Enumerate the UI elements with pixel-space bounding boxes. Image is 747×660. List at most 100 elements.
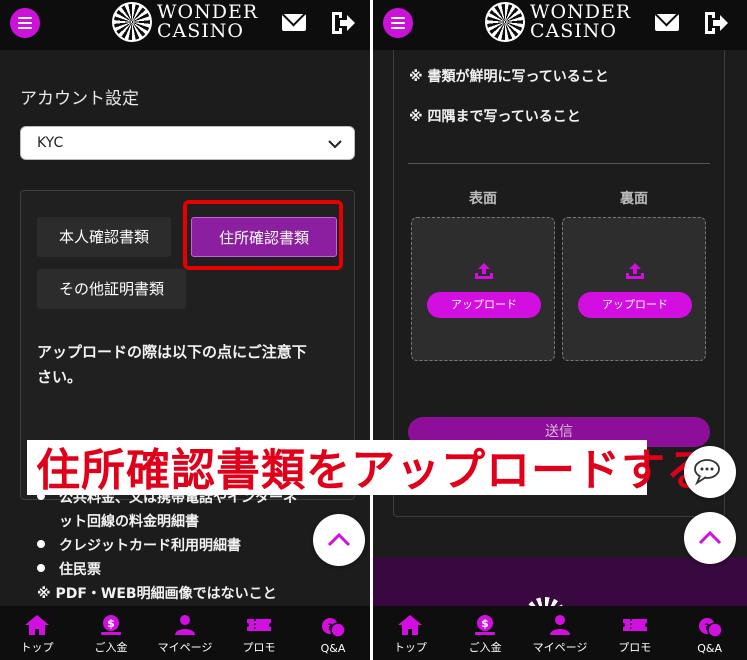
requirement-clear: ※ 書類が鮮明に写っていること	[409, 69, 609, 85]
user-icon	[549, 615, 570, 635]
upload-icon	[475, 263, 493, 279]
menu-button[interactable]	[383, 8, 413, 38]
top-bar: WONDER CASINO	[373, 0, 747, 50]
list-item: 住民票	[37, 558, 337, 582]
nav-label: トップ	[20, 641, 54, 654]
nav-mypage[interactable]: マイページ	[148, 606, 222, 660]
upload-icon	[626, 263, 644, 279]
svg-text:$: $	[481, 617, 489, 630]
nav-qa[interactable]: ? Q&A	[296, 606, 370, 660]
logout-icon[interactable]	[328, 9, 356, 37]
menu-button[interactable]	[10, 8, 40, 38]
logo[interactable]: WONDER CASINO	[485, 2, 631, 42]
nav-deposit[interactable]: $ ご入金	[448, 606, 523, 660]
top-bar: WONDER CASINO	[0, 0, 370, 50]
scroll-top-button[interactable]	[313, 514, 365, 566]
tab-identity-documents[interactable]: 本人確認書類	[37, 217, 172, 257]
caption-text: 住所確認書類をアップロードする	[36, 445, 711, 496]
ticket-icon	[622, 619, 647, 631]
ticket-icon	[247, 619, 271, 631]
nav-deposit[interactable]: $ ご入金	[74, 606, 148, 660]
front-upload-dropzone[interactable]: アップロード	[411, 217, 555, 361]
list-item: クレジットカード利用明細書	[37, 534, 337, 558]
home-icon	[25, 615, 49, 635]
notice-line2: さい。	[37, 368, 83, 386]
logo-text: WONDER CASINO	[157, 3, 258, 41]
pdf-note: ※ PDF・WEB明細画像ではないこと	[37, 586, 277, 602]
nav-label: マイページ	[532, 641, 588, 654]
nav-label: トップ	[393, 641, 427, 654]
logo-mark-icon	[485, 2, 525, 42]
svg-text:?: ?	[704, 623, 709, 633]
nav-label: Q&A	[697, 642, 722, 655]
logo[interactable]: WONDER CASINO	[112, 2, 258, 42]
deposit-icon: $	[475, 615, 496, 635]
footer-promo-band	[373, 557, 747, 606]
right-screen: WONDER CASINO ※ 書類が鮮明に写っていること ※ 四隅まで写ってい…	[373, 0, 747, 660]
nav-promo[interactable]: プロモ	[597, 606, 672, 660]
logo-mark-icon	[523, 597, 567, 606]
kyc-select-value: KYC	[37, 135, 64, 151]
notice-line1: アップロードの際は以下の点にご注意下	[37, 343, 307, 361]
bullet-icon	[37, 558, 59, 582]
mail-icon[interactable]	[282, 14, 306, 31]
front-upload-button[interactable]: アップロード	[427, 292, 541, 318]
tab-other-documents[interactable]: その他証明書類	[37, 269, 187, 309]
nav-label: プロモ	[242, 641, 276, 654]
upload-notice: アップロードの際は以下の点にご注意下 さい。	[37, 340, 337, 390]
back-side-label: 裏面	[620, 191, 648, 207]
chat-icon	[694, 459, 720, 486]
logo-mark-icon	[112, 2, 152, 42]
menu-icon-line	[391, 17, 405, 19]
svg-text:?: ?	[327, 623, 332, 633]
scroll-top-button[interactable]	[684, 512, 736, 564]
front-side-label: 表面	[469, 191, 497, 207]
menu-icon-line	[391, 27, 405, 29]
home-icon	[398, 615, 423, 635]
nav-promo[interactable]: プロモ	[222, 606, 296, 660]
back-upload-button[interactable]: アップロード	[578, 292, 692, 318]
kyc-select[interactable]: KYC	[20, 126, 355, 160]
nav-label: ご入金	[468, 641, 502, 654]
requirement-corners: ※ 四隅まで写っていること	[409, 109, 581, 125]
logo-text: WONDER CASINO	[530, 3, 631, 41]
qa-icon: ?	[322, 618, 346, 638]
logo-line2: CASINO	[157, 20, 244, 42]
nav-label: Q&A	[320, 642, 346, 655]
accepted-documents-list: 公共料金、又は携帯電話やインターネ ット回線の料金明細書 クレジットカード利用明…	[37, 486, 337, 606]
mail-icon[interactable]	[655, 14, 679, 31]
chevron-up-icon	[698, 530, 722, 545]
bullet-icon	[37, 534, 59, 558]
nav-qa[interactable]: ? Q&A	[672, 606, 747, 660]
nav-mypage[interactable]: マイページ	[523, 606, 598, 660]
menu-icon-line	[391, 22, 405, 24]
user-icon	[175, 615, 195, 635]
divider	[408, 163, 710, 164]
bottom-nav: トップ $ ご入金 マイページ プロモ ? Q&A	[373, 606, 747, 660]
menu-icon-line	[18, 22, 32, 24]
nav-label: マイページ	[157, 641, 213, 654]
qa-icon: ?	[698, 618, 723, 638]
menu-icon-line	[18, 17, 32, 19]
list-item-text: 住民票	[59, 562, 101, 578]
chevron-down-icon	[328, 140, 342, 149]
section-title: アカウント設定	[20, 89, 139, 109]
svg-text:$: $	[107, 617, 115, 630]
list-item-continuation: ット回線の料金明細書	[59, 514, 199, 530]
nav-top[interactable]: トップ	[0, 606, 74, 660]
left-screen: WONDER CASINO アカウント設定 KYC 本人確認書類 住所確認書類 …	[0, 0, 370, 660]
list-item-text: クレジットカード利用明細書	[59, 538, 241, 554]
deposit-icon: $	[101, 615, 121, 635]
logo-line2: CASINO	[530, 20, 617, 42]
chevron-up-icon	[327, 532, 351, 547]
menu-icon-line	[18, 27, 32, 29]
tab-address-documents[interactable]: 住所確認書類	[191, 217, 337, 257]
bottom-nav: トップ $ ご入金 マイページ プロモ ? Q&A	[0, 606, 370, 660]
logout-icon[interactable]	[701, 9, 729, 37]
nav-label: プロモ	[618, 641, 652, 654]
chat-button[interactable]	[684, 446, 736, 498]
nav-label: ご入金	[94, 641, 128, 654]
back-upload-dropzone[interactable]: アップロード	[562, 217, 706, 361]
nav-top[interactable]: トップ	[373, 606, 448, 660]
stage: WONDER CASINO アカウント設定 KYC 本人確認書類 住所確認書類 …	[0, 0, 747, 660]
